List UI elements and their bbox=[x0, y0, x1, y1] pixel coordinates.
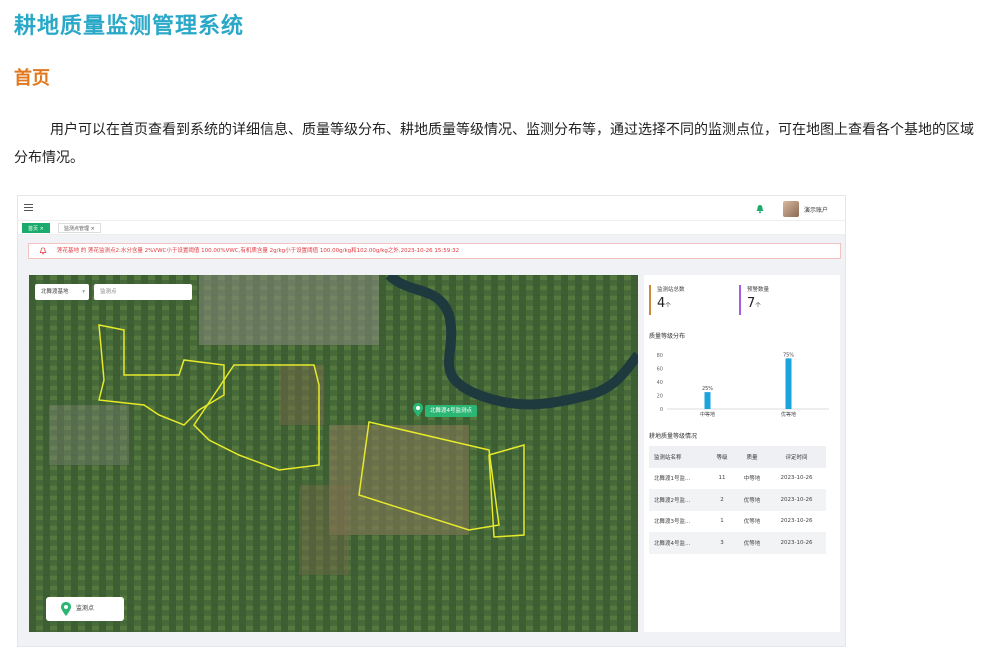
grade-bar-chart: 80 60 40 20 0 25% 中等地 75% 优等地 bbox=[657, 352, 829, 418]
warning-alert[interactable]: 莲花基地 的 莲花监测点2:水分含量 2%VWC小于设置阈值 100.00%VW… bbox=[28, 243, 841, 259]
table-header: 监测站名称 等级 质量 评定时间 bbox=[649, 446, 826, 468]
legend-pin-icon bbox=[61, 602, 71, 616]
y-tick-label: 0 bbox=[660, 407, 663, 413]
satellite-map[interactable]: 北舞渡基地 ▾ 监测点 北舞渡4号监测点 监测点 bbox=[29, 275, 638, 632]
marker-label[interactable]: 北舞渡4号监测点 bbox=[425, 405, 477, 417]
cell-quality: 中等地 bbox=[743, 476, 761, 483]
description-paragraph: 用户可以在首页查看到系统的详细信息、质量等级分布、耕地质量等级情况、监测分布等，… bbox=[14, 122, 974, 166]
cell-quality: 优等地 bbox=[743, 519, 761, 526]
cell-date: 2023-10-26 bbox=[780, 475, 813, 482]
legend-label: 监测点 bbox=[76, 605, 95, 612]
stat-warnings-unit: 个 bbox=[755, 303, 761, 309]
app-screenshot: 演示账户 首页 × 监测点管理 × 莲花基地 的 莲花监测点2:水分含量 2%V… bbox=[17, 195, 846, 647]
cell-grade: 11 bbox=[718, 475, 726, 482]
doc-title: 耕地质量监测管理系统 bbox=[14, 14, 245, 39]
top-bar: 演示账户 bbox=[18, 196, 845, 221]
col-header-date: 评定时间 bbox=[785, 454, 808, 461]
account-name[interactable]: 演示账户 bbox=[804, 205, 828, 214]
stat-stations-unit: 个 bbox=[665, 303, 671, 309]
y-tick-label: 20 bbox=[657, 393, 663, 399]
tab-monitor-points[interactable]: 监测点管理 × bbox=[58, 223, 101, 233]
y-tick-label: 40 bbox=[657, 380, 663, 386]
stat-stations: 监测站总数 4个 bbox=[649, 285, 719, 315]
cell-name: 北舞渡1号监... bbox=[654, 476, 691, 483]
alert-text: 莲花基地 的 莲花监测点2:水分含量 2%VWC小于设置阈值 100.00%VW… bbox=[57, 248, 460, 254]
col-header-name: 监测站名称 bbox=[654, 454, 682, 461]
stat-warnings: 预警数量 7个 bbox=[739, 285, 809, 315]
bar-1 bbox=[785, 358, 792, 409]
menu-toggle-icon[interactable] bbox=[24, 204, 33, 212]
x-tick-label: 优等地 bbox=[781, 411, 796, 418]
table-row[interactable]: 北舞渡4号监... 3 优等地 2023-10-26 bbox=[649, 532, 826, 554]
cell-grade: 3 bbox=[720, 539, 724, 546]
stat-warnings-label: 预警数量 bbox=[747, 287, 770, 293]
y-tick-label: 80 bbox=[657, 353, 663, 359]
map-legend: 监测点 bbox=[46, 597, 124, 621]
table-row[interactable]: 北舞渡1号监... 11 中等地 2023-10-26 bbox=[649, 468, 826, 490]
table-row[interactable]: 北舞渡2号监... 2 优等地 2023-10-26 bbox=[649, 489, 826, 511]
stat-stations-label: 监测站总数 bbox=[657, 287, 685, 293]
data-label: 75% bbox=[783, 352, 794, 358]
cell-quality: 优等地 bbox=[743, 540, 761, 547]
x-tick-label: 中等地 bbox=[700, 411, 715, 418]
section-heading: 首页 bbox=[14, 68, 50, 89]
cell-name: 北舞渡3号监... bbox=[654, 519, 691, 526]
col-header-grade: 等级 bbox=[716, 454, 728, 461]
point-select[interactable]: 监测点 bbox=[94, 284, 192, 300]
y-tick-label: 60 bbox=[657, 366, 663, 372]
quality-table: 监测站名称 等级 质量 评定时间 北舞渡1号监... 11 中等地 2023-1… bbox=[649, 446, 826, 554]
bell-alert-icon bbox=[39, 247, 47, 255]
tab-bar: 首页 × 监测点管理 × bbox=[18, 221, 845, 235]
cell-date: 2023-10-26 bbox=[780, 539, 813, 546]
data-label: 25% bbox=[702, 386, 713, 392]
grade-chart-title: 质量等级分布 bbox=[649, 333, 686, 340]
cell-date: 2023-10-26 bbox=[780, 496, 813, 503]
base-select[interactable]: 北舞渡基地 ▾ bbox=[35, 284, 89, 300]
avatar[interactable] bbox=[783, 201, 799, 217]
quality-table-title: 耕地质量等级情况 bbox=[649, 433, 698, 440]
cell-name: 北舞渡2号监... bbox=[654, 497, 691, 504]
cell-grade: 1 bbox=[720, 518, 724, 525]
map-pin-icon[interactable] bbox=[413, 403, 423, 417]
cell-quality: 优等地 bbox=[743, 497, 761, 504]
info-panel: 监测站总数 4个 预警数量 7个 质量等级分布 80 60 40 20 0 25% 中等地 7… bbox=[644, 275, 840, 632]
map-imagery bbox=[29, 275, 638, 632]
bar-0 bbox=[704, 392, 711, 409]
tab-home[interactable]: 首页 × bbox=[22, 223, 50, 233]
cell-grade: 2 bbox=[720, 496, 724, 503]
bell-icon[interactable] bbox=[755, 204, 765, 214]
col-header-quality: 质量 bbox=[746, 454, 758, 461]
table-row[interactable]: 北舞渡3号监... 1 优等地 2023-10-26 bbox=[649, 511, 826, 533]
cell-date: 2023-10-26 bbox=[780, 518, 813, 525]
cell-name: 北舞渡4号监... bbox=[654, 540, 691, 547]
